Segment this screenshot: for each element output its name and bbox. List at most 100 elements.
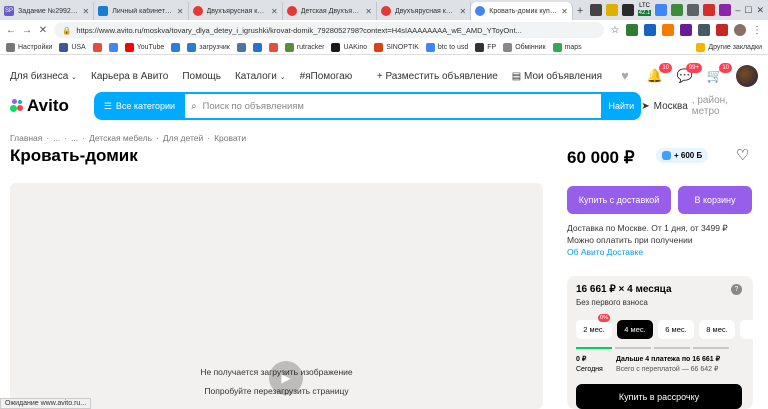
breadcrumb-item[interactable]: Для детей xyxy=(163,133,203,143)
bookmark-item[interactable] xyxy=(171,42,181,52)
bookmark-item[interactable]: FP xyxy=(475,42,496,52)
bookmark-item[interactable]: Обмінник xyxy=(503,42,546,52)
breadcrumb-item[interactable]: Главная xyxy=(10,133,42,143)
term-label: 4 мес. xyxy=(624,325,646,334)
nav-catalogs[interactable]: Каталоги ⌄ xyxy=(235,71,286,82)
bookmark-item[interactable]: UAKino xyxy=(331,42,367,52)
bookmark-label: SINOPTIK xyxy=(386,43,419,51)
search-input[interactable]: ⌕ Поиск по объявлениям xyxy=(185,92,602,120)
new-tab-icon[interactable]: + xyxy=(577,5,590,17)
bookmark-item[interactable]: SINOPTIK xyxy=(374,42,419,52)
bonus-badge[interactable]: + 600 Б xyxy=(656,148,709,163)
system-tray: LTC 42.1 – ☐ ✕ xyxy=(589,0,768,20)
bookmark-item[interactable] xyxy=(236,42,246,52)
header-icons: ♥ 🔔 10 💬 99+ 🛒 10 xyxy=(616,63,758,87)
browser-tab[interactable]: Личный кабинет - Об...✕ xyxy=(94,2,189,20)
tab-favicon xyxy=(192,6,203,16)
notifications-bell-icon[interactable]: 🔔 10 xyxy=(646,63,672,83)
breadcrumb-item[interactable]: Кровати xyxy=(214,133,246,143)
browser-tab[interactable]: Двухъярусная кроват...✕ xyxy=(377,2,472,20)
ltc-ticker[interactable]: LTC 42.1 xyxy=(637,3,652,17)
bookmark-star-icon[interactable]: ☆ xyxy=(610,25,620,36)
close-window-icon[interactable]: ✕ xyxy=(756,5,764,16)
term-option[interactable]: 6 мес. xyxy=(658,320,694,339)
extension-icon[interactable] xyxy=(644,24,656,36)
close-icon[interactable]: ✕ xyxy=(561,7,568,16)
term-option-selected[interactable]: 4 мес. xyxy=(617,320,653,339)
browser-tab[interactable]: SP Задание №2992575 - ...✕ xyxy=(0,2,95,20)
extension-icon[interactable] xyxy=(698,24,710,36)
bookmark-folder[interactable]: Другие закладки xyxy=(696,42,762,52)
nav-career[interactable]: Карьера в Авито xyxy=(91,71,168,82)
address-bar[interactable]: 🔒 https://www.avito.ru/moskva/tovary_dlya… xyxy=(54,22,604,38)
my-ads-link[interactable]: ▤ Мои объявления xyxy=(512,71,602,82)
bookmark-item[interactable]: maps xyxy=(552,42,582,52)
favorites-heart-icon[interactable]: ♥ xyxy=(616,69,634,83)
app-icon[interactable] xyxy=(589,4,602,16)
close-icon[interactable]: ✕ xyxy=(83,7,90,16)
extension-icon[interactable] xyxy=(662,24,674,36)
cart-icon[interactable]: 🛒 10 xyxy=(706,63,732,83)
bookmark-item[interactable]: rutracker xyxy=(284,42,324,52)
app-icon[interactable] xyxy=(621,4,634,16)
browser-tab[interactable]: Двухъярусная кроват...✕ xyxy=(189,2,283,20)
close-icon[interactable]: ✕ xyxy=(177,7,184,16)
maximize-icon[interactable]: ☐ xyxy=(744,5,752,16)
breadcrumb-item[interactable]: Детская мебель xyxy=(89,133,152,143)
add-favorite-heart-icon[interactable]: ♡ xyxy=(736,146,749,164)
delivery-link[interactable]: Об Авито Доставке xyxy=(567,246,728,258)
help-icon[interactable]: ? xyxy=(731,284,742,295)
post-ad-link[interactable]: + Разместить объявление xyxy=(377,71,498,82)
buy-with-delivery-button[interactable]: Купить с доставкой xyxy=(567,186,671,214)
bookmark-item[interactable]: btc to usd xyxy=(425,42,468,52)
buy-installment-button[interactable]: Купить в рассрочку xyxy=(576,384,742,409)
close-icon[interactable]: ✕ xyxy=(365,7,372,16)
app-icon[interactable] xyxy=(719,4,732,16)
stop-icon[interactable]: ✕ xyxy=(38,25,48,36)
browser-tab-active[interactable]: Кровать-домик купить...✕ xyxy=(471,2,573,20)
bookmark-item[interactable] xyxy=(92,42,102,52)
forward-icon[interactable]: → xyxy=(22,25,32,36)
location-selector[interactable]: ➤ Москва, район, метро xyxy=(641,95,758,117)
minimize-icon[interactable]: – xyxy=(735,5,740,15)
app-icon[interactable] xyxy=(655,4,668,16)
extension-icon[interactable] xyxy=(626,24,638,36)
bookmark-item[interactable]: USA xyxy=(59,42,86,52)
avito-logo[interactable]: Avito xyxy=(10,96,94,116)
term-option[interactable]: 8 мес. xyxy=(699,320,735,339)
search-button[interactable]: Найти xyxy=(601,92,642,120)
image-gallery[interactable]: Не получается загрузить изображение Попр… xyxy=(10,183,543,409)
bookmark-item[interactable]: Настройки xyxy=(6,42,52,52)
breadcrumb-item[interactable]: ... xyxy=(53,133,60,143)
term-label: 8 мес. xyxy=(706,325,728,334)
nav-help[interactable]: Помощь xyxy=(182,71,221,82)
app-icon[interactable] xyxy=(687,4,700,16)
all-categories-button[interactable]: ☰ Все категории xyxy=(93,92,186,120)
menu-icon[interactable]: ⋮ xyxy=(752,25,762,36)
nav-ihelp[interactable]: #яПомогаю xyxy=(300,71,353,82)
term-option[interactable]: 10 xyxy=(740,320,753,339)
add-to-cart-button[interactable]: В корзину xyxy=(678,186,752,214)
play-icon[interactable]: ▶ xyxy=(269,361,303,395)
extension-icon[interactable] xyxy=(680,24,692,36)
browser-tab[interactable]: Детская Двухъярусная...✕ xyxy=(283,2,377,20)
user-avatar[interactable] xyxy=(736,65,758,87)
bookmark-item[interactable]: YouTube xyxy=(124,42,164,52)
app-icon[interactable] xyxy=(703,4,716,16)
extension-icon[interactable] xyxy=(716,24,728,36)
close-icon[interactable]: ✕ xyxy=(460,7,467,16)
breadcrumb-item[interactable]: ... xyxy=(71,133,78,143)
messages-icon[interactable]: 💬 99+ xyxy=(676,63,702,83)
bookmark-item[interactable] xyxy=(268,42,278,52)
app-icon[interactable] xyxy=(671,4,684,16)
chevron-down-icon: ⌄ xyxy=(71,73,78,81)
term-option[interactable]: 2 мес. 0% xyxy=(576,314,612,339)
back-icon[interactable]: ← xyxy=(6,25,16,36)
bookmark-item[interactable]: загрузчик xyxy=(187,42,230,52)
profile-icon[interactable] xyxy=(734,24,746,36)
nav-business[interactable]: Для бизнеса ⌄ xyxy=(10,71,77,82)
app-icon[interactable] xyxy=(605,4,618,16)
bookmark-item[interactable] xyxy=(252,42,262,52)
close-icon[interactable]: ✕ xyxy=(271,7,278,16)
bookmark-item[interactable] xyxy=(108,42,118,52)
